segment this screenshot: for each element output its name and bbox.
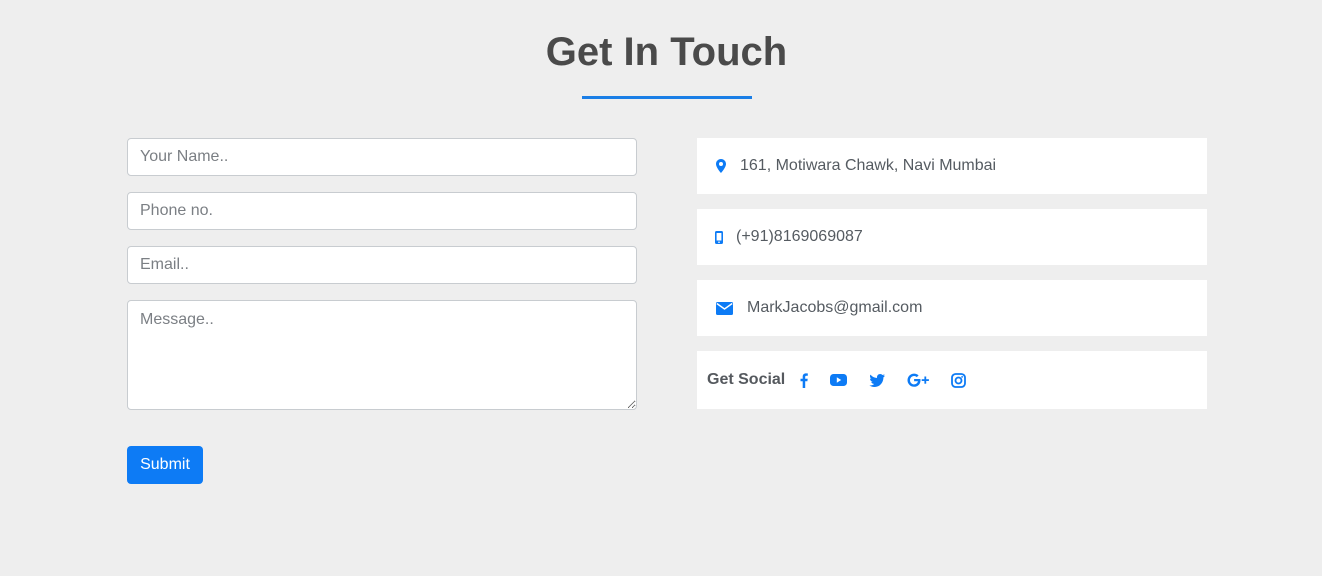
- address-text: 161, Motiwara Chawk, Navi Mumbai: [740, 157, 997, 174]
- page-title: Get In Touch: [545, 30, 788, 74]
- phone-text: (+91)8169069087: [736, 228, 863, 245]
- name-input[interactable]: [127, 138, 637, 176]
- facebook-icon[interactable]: [799, 370, 809, 390]
- mobile-phone-icon: [715, 230, 723, 244]
- submit-button[interactable]: Submit: [127, 446, 203, 484]
- twitter-icon[interactable]: [868, 370, 886, 390]
- google-plus-icon[interactable]: [907, 370, 930, 390]
- envelope-icon: [715, 301, 733, 315]
- address-card: 161, Motiwara Chawk, Navi Mumbai: [697, 138, 1207, 194]
- email-text: MarkJacobs@gmail.com: [747, 299, 923, 316]
- map-marker-icon: [715, 159, 727, 173]
- message-textarea[interactable]: [127, 300, 637, 410]
- social-card: Get Social: [697, 351, 1207, 409]
- phone-card: (+91)8169069087: [697, 209, 1207, 265]
- email-input[interactable]: [127, 246, 637, 284]
- phone-input[interactable]: [127, 192, 637, 230]
- title-underline: [582, 96, 752, 99]
- email-card: MarkJacobs@gmail.com: [697, 280, 1207, 336]
- social-label: Get Social: [707, 371, 786, 388]
- youtube-icon[interactable]: [830, 370, 848, 390]
- instagram-icon[interactable]: [950, 370, 966, 390]
